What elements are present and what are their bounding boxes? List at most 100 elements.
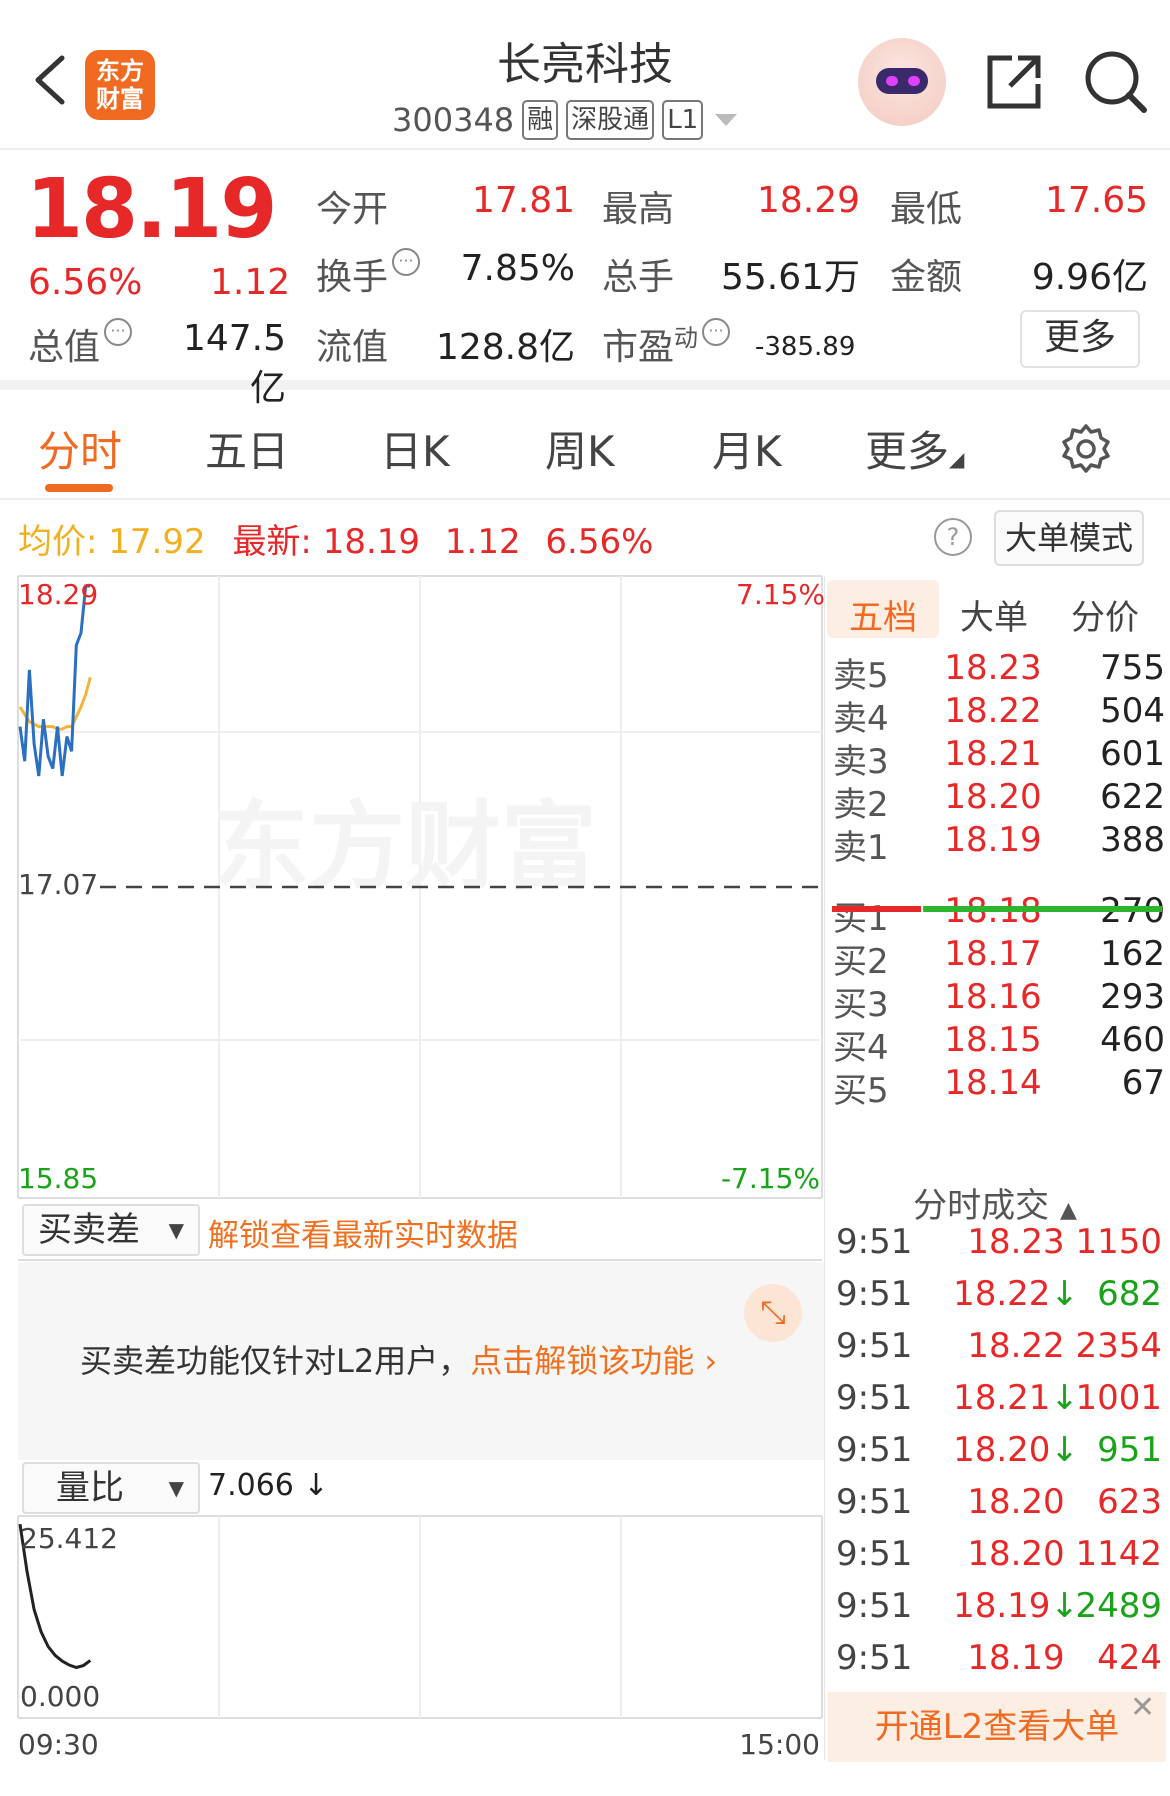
ask-row[interactable]: 卖4 18.22 504 [825, 691, 1165, 739]
trade-row: 9:51 18.23 1150 [828, 1222, 1162, 1272]
bid-level-label: 买3 [833, 985, 889, 1025]
share-icon[interactable] [982, 50, 1046, 114]
y-label-high-pct: 7.15% [736, 578, 825, 611]
robot-assistant-avatar[interactable] [858, 38, 946, 126]
tab-more[interactable]: 更多◢ [865, 418, 964, 479]
buy-ratio-fill [832, 906, 922, 912]
l2-lock-message: 买卖差功能仅针对L2用户，点击解锁该功能 › [80, 1342, 718, 1380]
ask-volume: 388 [1100, 820, 1165, 860]
l2-upgrade-banner[interactable]: 开通L2查看大单 [828, 1692, 1166, 1762]
unlock-feature-link[interactable]: 点击解锁该功能 › [470, 1342, 717, 1380]
bid-price: 18.17 [944, 934, 1042, 974]
volume-value: 55.61万 [720, 257, 860, 298]
quote-panel: 18.19 6.56% 1.12 今开 17.81 最高 18.29 最低 17… [0, 152, 1170, 409]
trade-volume: 682 [1097, 1274, 1162, 1314]
volume-label: 总手 [602, 257, 675, 298]
amount-label: 金额 [890, 257, 963, 298]
trades-header[interactable]: 分时成交 ▲ [828, 1178, 1162, 1227]
ask-price: 18.22 [944, 691, 1042, 731]
chart-tabs: 分时 五日 日K 周K 月K 更多◢ [0, 400, 1170, 500]
pe-value: -385.89 [755, 332, 856, 362]
tab-price-distribution[interactable]: 分价 [1071, 590, 1139, 639]
trade-price: 18.19↓ [953, 1586, 1079, 1626]
trade-volume: 1001 [1075, 1378, 1162, 1418]
trade-row: 9:51 18.20 1142 [828, 1534, 1162, 1584]
stock-code-row[interactable]: 300348 融 深股通 L1 [392, 100, 741, 140]
ask-row[interactable]: 卖3 18.21 601 [825, 734, 1165, 782]
pe-label[interactable]: 市盈动 ··· [602, 318, 731, 370]
trade-time: 9:51 [836, 1378, 913, 1418]
ask-row[interactable]: 卖1 18.19 388 [825, 820, 1165, 868]
low-label: 最低 [890, 189, 963, 230]
chevron-down-icon[interactable] [711, 110, 741, 130]
down-arrow-icon: ↓ [1050, 1430, 1079, 1470]
sell-ratio-fill [923, 906, 1162, 912]
change-percent: 6.56% [28, 262, 143, 303]
help-icon[interactable]: ? [934, 518, 972, 556]
volume-y-min: 0.000 [20, 1680, 101, 1713]
l2-locked-panel: 买卖差功能仅针对L2用户，点击解锁该功能 › [18, 1262, 824, 1460]
more-fields-button[interactable]: 更多 [1020, 310, 1140, 368]
chart-grid [17, 575, 825, 1760]
bid-row[interactable]: 买4 18.15 460 [825, 1020, 1165, 1068]
bid-volume: 67 [1121, 1063, 1165, 1103]
change-amount: 1.12 [210, 262, 291, 303]
trade-price: 18.22↓ [953, 1274, 1079, 1314]
order-book-tabs: 五档 大单 分价 [825, 578, 1170, 640]
volume-y-max: 25.412 [20, 1522, 118, 1555]
y-label-low: 15.85 [18, 1162, 99, 1195]
bid-ask-ratio-bar [832, 906, 1162, 912]
stock-code: 300348 [392, 101, 515, 139]
intraday-chart[interactable]: 东方财富 [0, 570, 825, 1770]
trade-volume: 424 [1097, 1638, 1162, 1678]
bid-row[interactable]: 买2 18.17 162 [825, 934, 1165, 982]
latest-label: 最新: [232, 522, 312, 562]
large-order-mode-button[interactable]: 大单模式 [994, 510, 1144, 566]
ask-volume: 504 [1100, 691, 1165, 731]
tab-weekly-k[interactable]: 周K [545, 418, 615, 479]
trade-time: 9:51 [836, 1534, 913, 1574]
trade-volume: 2354 [1075, 1326, 1162, 1366]
volume-ratio-dropdown[interactable]: 量比 ▼ [22, 1462, 200, 1514]
ask-level-label: 卖2 [833, 785, 889, 825]
ask-level-label: 卖3 [833, 742, 889, 782]
trade-row: 9:51 18.22 2354 [828, 1326, 1162, 1376]
ask-volume: 622 [1100, 777, 1165, 817]
info-icon: ··· [702, 318, 731, 346]
tab-large-orders[interactable]: 大单 [960, 590, 1028, 639]
tab-intraday[interactable]: 分时 [38, 418, 122, 479]
turnover-label[interactable]: 换手 ··· [316, 248, 421, 300]
ask-row[interactable]: 卖5 18.23 755 [825, 648, 1165, 696]
ask-level-label: 卖5 [833, 656, 889, 696]
float-cap-value: 128.8亿 [435, 327, 575, 368]
margin-tag: 融 [522, 100, 559, 140]
trade-volume: 2489 [1075, 1586, 1162, 1626]
ask-price: 18.19 [944, 820, 1042, 860]
trade-price: 18.19 [967, 1638, 1065, 1678]
unlock-realtime-link[interactable]: 解锁查看最新实时数据 [208, 1210, 518, 1255]
search-icon[interactable] [1082, 48, 1150, 116]
tab-daily-k[interactable]: 日K [380, 418, 450, 479]
open-label: 今开 [316, 189, 389, 230]
x-label-open: 09:30 [18, 1728, 99, 1761]
settings-gear-icon[interactable] [1060, 422, 1112, 474]
trade-price: 18.21↓ [953, 1378, 1079, 1418]
bid-row[interactable]: 买5 18.14 67 [825, 1063, 1165, 1111]
caret-down-icon: ▼ [168, 1476, 184, 1500]
active-tab-indicator [45, 484, 113, 492]
bid-row[interactable]: 买3 18.16 293 [825, 977, 1165, 1025]
trade-volume: 623 [1097, 1482, 1162, 1522]
bid-row[interactable]: 买118.18270 [825, 891, 1165, 939]
tab-five-levels[interactable]: 五档 [827, 580, 939, 638]
tab-monthly-k[interactable]: 月K [712, 418, 782, 479]
x-label-close: 15:00 [739, 1728, 820, 1761]
tab-five-day[interactable]: 五日 [205, 418, 289, 479]
ask-row[interactable]: 卖2 18.20 622 [825, 777, 1165, 825]
market-cap-label[interactable]: 总值 ··· [28, 318, 133, 370]
avg-label: 均价: [18, 522, 98, 562]
close-icon[interactable]: ✕ [1130, 1690, 1155, 1725]
level-tag: L1 [662, 100, 704, 140]
expand-icon[interactable]: ⤡ [744, 1284, 802, 1342]
bid-ask-diff-dropdown[interactable]: 买卖差 ▼ [22, 1204, 200, 1256]
ask-price: 18.20 [944, 777, 1042, 817]
